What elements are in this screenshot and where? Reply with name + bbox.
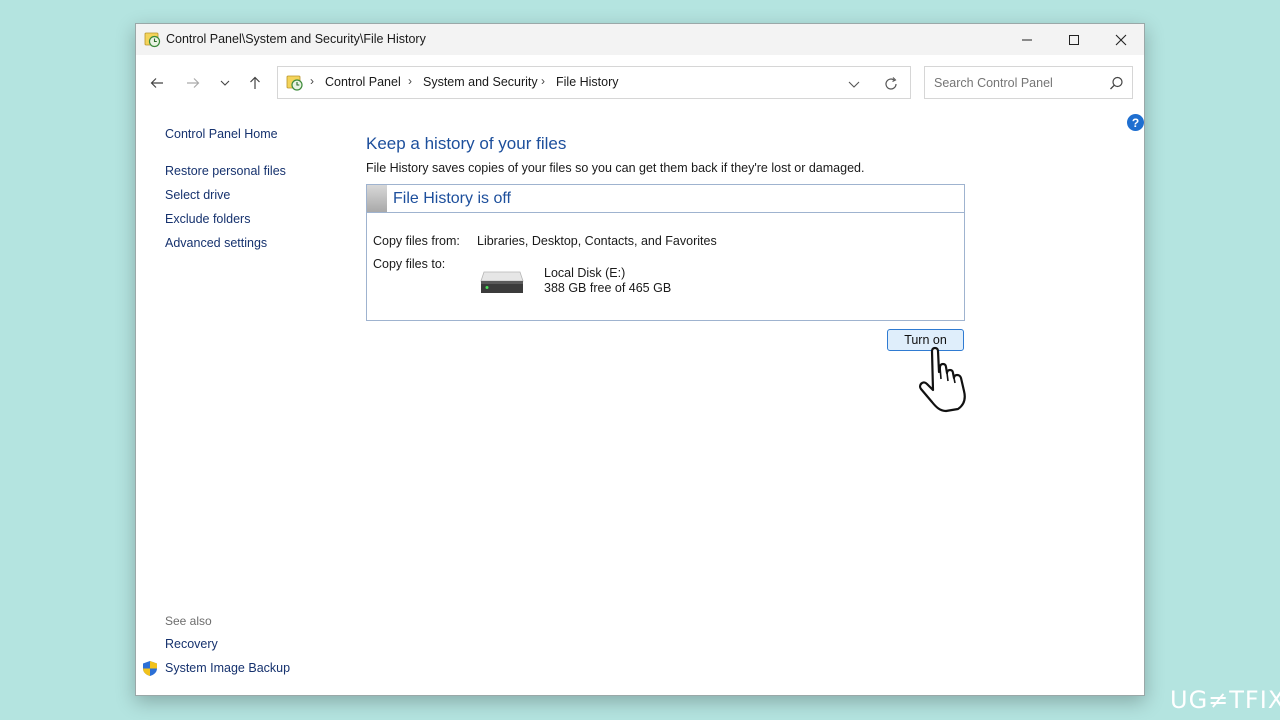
breadcrumb-system-and-security[interactable]: System and Security: [423, 75, 538, 89]
sidebar-item-select-drive[interactable]: Select drive: [165, 188, 230, 202]
help-icon[interactable]: ?: [1127, 114, 1144, 131]
navigation-bar: › Control Panel › System and Security › …: [136, 55, 1144, 110]
page-description: File History saves copies of your files …: [366, 161, 865, 175]
arrow-left-icon: [150, 78, 163, 88]
minimize-icon: [1022, 39, 1032, 40]
recent-locations-button[interactable]: [214, 72, 236, 94]
copy-to-label: Copy files to:: [373, 257, 446, 271]
breadcrumb-file-history[interactable]: File History: [556, 75, 619, 89]
drive-icon: [480, 271, 524, 293]
drive-free-space: 388 GB free of 465 GB: [544, 281, 672, 295]
copy-from-value: Libraries, Desktop, Contacts, and Favori…: [477, 234, 717, 248]
breadcrumb-control-panel[interactable]: Control Panel: [325, 75, 401, 89]
sidebar-item-restore-personal-files[interactable]: Restore personal files: [165, 164, 286, 178]
search-input[interactable]: [934, 76, 1104, 90]
forward-button[interactable]: [182, 72, 204, 94]
minimize-button[interactable]: [1004, 24, 1050, 55]
chevron-down-icon: [220, 80, 230, 86]
title-bar: Control Panel\System and Security\File H…: [136, 24, 1144, 55]
breadcrumb-separator: ›: [310, 74, 314, 88]
sidebar-item-exclude-folders[interactable]: Exclude folders: [165, 212, 250, 226]
see-also-system-image-backup[interactable]: System Image Backup: [165, 661, 290, 675]
page-title: Keep a history of your files: [366, 134, 567, 153]
file-history-status-panel: File History is off Copy files from: Lib…: [366, 184, 965, 321]
close-button[interactable]: [1098, 24, 1144, 55]
status-title: File History is off: [393, 190, 511, 207]
sidebar-item-advanced-settings[interactable]: Advanced settings: [165, 236, 267, 250]
status-indicator: [367, 185, 387, 212]
address-bar[interactable]: › Control Panel › System and Security › …: [277, 66, 911, 99]
sidebar-control-panel-home[interactable]: Control Panel Home: [165, 127, 278, 141]
see-also-label: See also: [165, 614, 212, 628]
maximize-button[interactable]: [1051, 24, 1097, 55]
hand-cursor-icon: [919, 346, 966, 413]
status-header: File History is off: [367, 185, 964, 213]
arrow-right-icon: [187, 78, 200, 88]
shield-icon: [143, 661, 157, 676]
file-history-icon: [144, 32, 161, 48]
control-panel-window: Control Panel\System and Security\File H…: [135, 23, 1145, 696]
see-also-recovery[interactable]: Recovery: [165, 637, 218, 651]
copy-from-label: Copy files from:: [373, 234, 460, 248]
maximize-icon: [1069, 34, 1079, 45]
back-button[interactable]: [146, 72, 168, 94]
breadcrumb-separator: ›: [408, 74, 412, 88]
drive-name: Local Disk (E:): [544, 266, 626, 280]
arrow-up-icon: [250, 76, 260, 89]
close-icon: [1115, 34, 1127, 45]
control-panel-icon: [286, 75, 303, 91]
refresh-icon[interactable]: [883, 76, 899, 92]
window-title: Control Panel\System and Security\File H…: [166, 32, 426, 46]
search-icon: [1110, 76, 1123, 90]
watermark-logo: UG≠TFIX: [1170, 686, 1280, 714]
search-box[interactable]: [924, 66, 1133, 99]
up-button[interactable]: [244, 72, 266, 94]
breadcrumb-separator: ›: [541, 74, 545, 88]
address-dropdown-icon[interactable]: [846, 76, 862, 92]
